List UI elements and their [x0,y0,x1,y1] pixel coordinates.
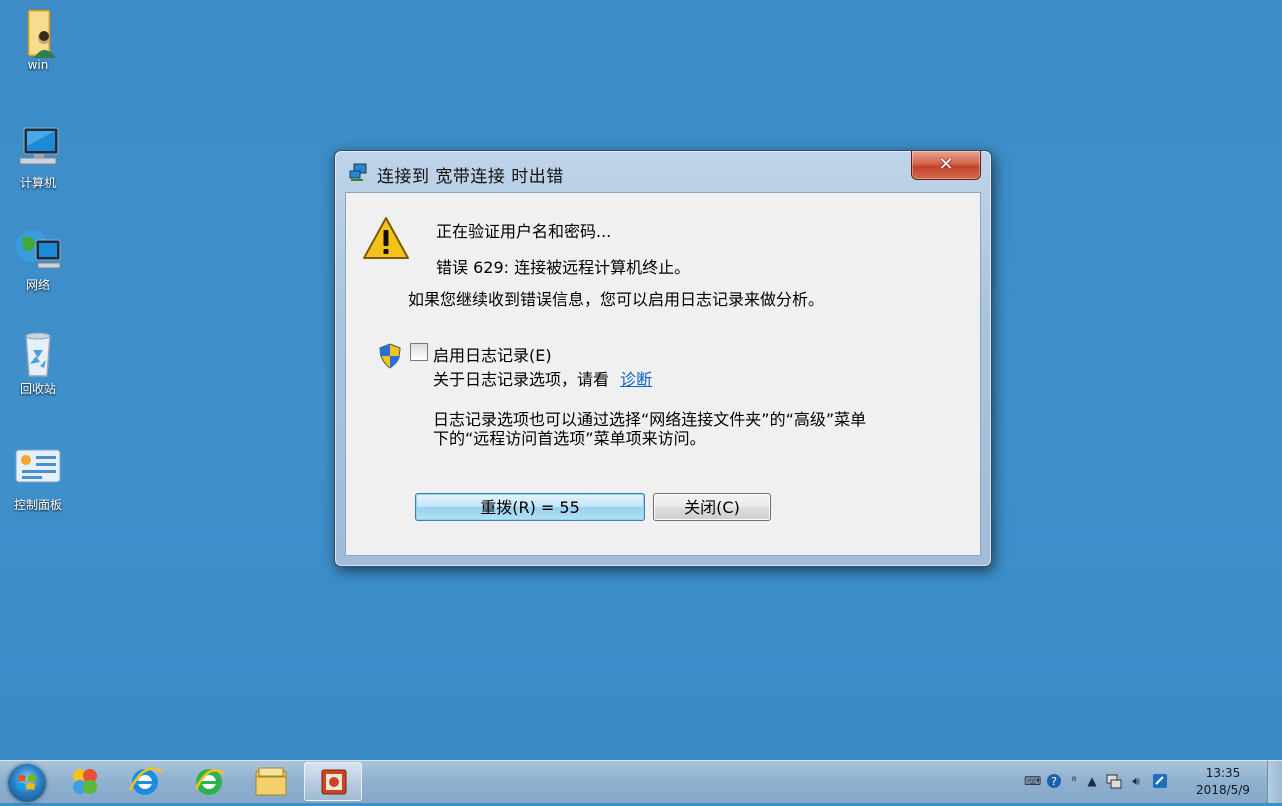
action-center-icon[interactable] [1152,773,1168,789]
enable-logging-label[interactable]: 启用日志记录(E) [433,342,552,366]
advice-text: 如果您继续收到错误信息，您可以启用日志记录来做分析。 [408,290,825,309]
help-icon[interactable]: ? [1046,773,1062,789]
desktop-icon-computer[interactable]: 计算机 [3,124,73,191]
taskbar-app-explorer[interactable] [242,762,300,801]
dialog-content: 正在验证用户名和密码... 错误 629: 连接被远程计算机终止。 如果您继续收… [345,192,981,556]
status-text: 正在验证用户名和密码... [436,222,612,241]
desktop-icon-win[interactable]: win [3,8,73,72]
close-window-button[interactable]: ✕ [911,151,981,180]
error-text: 错误 629: 连接被远程计算机终止。 [436,258,691,277]
control-panel-icon [14,446,62,494]
show-hidden-icons-icon[interactable]: ▲ [1084,773,1100,789]
clock[interactable]: 13:35 2018/5/9 [1188,765,1258,799]
network-status-icon[interactable] [1106,773,1122,789]
recycle-bin-icon [14,330,62,378]
diagnose-link[interactable]: 诊断 [620,370,652,389]
keyboard-icon[interactable]: ⌨ [1024,773,1041,789]
media-app-icon [73,769,97,794]
desktop-icon-control-panel[interactable]: 控制面板 [3,446,73,513]
close-button[interactable]: 关闭(C) [653,493,771,521]
desktop: win 计算机 网络 回收站 控制面板 连接到 宽带连接 时出错 ✕ 正在验证用… [0,0,1282,760]
clock-date: 2018/5/9 [1196,783,1250,797]
presentation-app-icon [321,769,347,795]
note-text-line2: 下的“远程访问首选项”菜单项来访问。 [433,429,706,448]
user-folder-icon [14,8,62,58]
logging-info-text: 关于日志记录选项，请看 诊断 [433,366,652,390]
warning-icon [362,216,410,260]
internet-explorer-icon [128,767,163,795]
file-explorer-icon [255,767,287,796]
show-desktop-button[interactable] [1267,761,1282,803]
desktop-icon-recycle-bin[interactable]: 回收站 [3,330,73,397]
taskbar: ⌨ ? ⁸ ▲ 🔊︎ 13:35 2018/5/9 [0,760,1282,803]
network-icon [14,226,62,274]
language-options-icon[interactable]: ⁸ [1066,773,1082,789]
start-button[interactable] [8,764,46,802]
dialog-titlebar[interactable]: 连接到 宽带连接 时出错 ✕ [335,151,991,191]
error-dialog: 连接到 宽带连接 时出错 ✕ 正在验证用户名和密码... 错误 629: 连接被… [334,150,992,567]
redial-button[interactable]: 重拨(R) = 55 [415,493,645,521]
clock-time: 13:35 [1205,766,1241,780]
windows-logo-icon [17,775,36,790]
close-icon: ✕ [938,154,954,175]
enable-logging-checkbox[interactable] [410,343,428,361]
taskbar-app-ie[interactable] [116,762,174,801]
volume-icon[interactable]: 🔊︎ [1128,773,1144,789]
uac-shield-icon [379,343,401,369]
taskbar-app-browser[interactable] [180,762,238,801]
computer-icon [14,124,62,172]
logging-info-prefix: 关于日志记录选项，请看 [433,370,610,389]
browser-icon [194,769,225,795]
dialog-title: 连接到 宽带连接 时出错 [377,167,564,187]
svg-text:?: ? [1051,775,1057,788]
taskbar-app-presentation[interactable] [304,762,362,801]
system-tray: ⌨ ? ⁸ ▲ 🔊︎ [922,761,1182,803]
desktop-icon-network[interactable]: 网络 [3,226,73,293]
taskbar-app-media[interactable] [56,762,114,801]
network-connection-icon [349,163,369,181]
